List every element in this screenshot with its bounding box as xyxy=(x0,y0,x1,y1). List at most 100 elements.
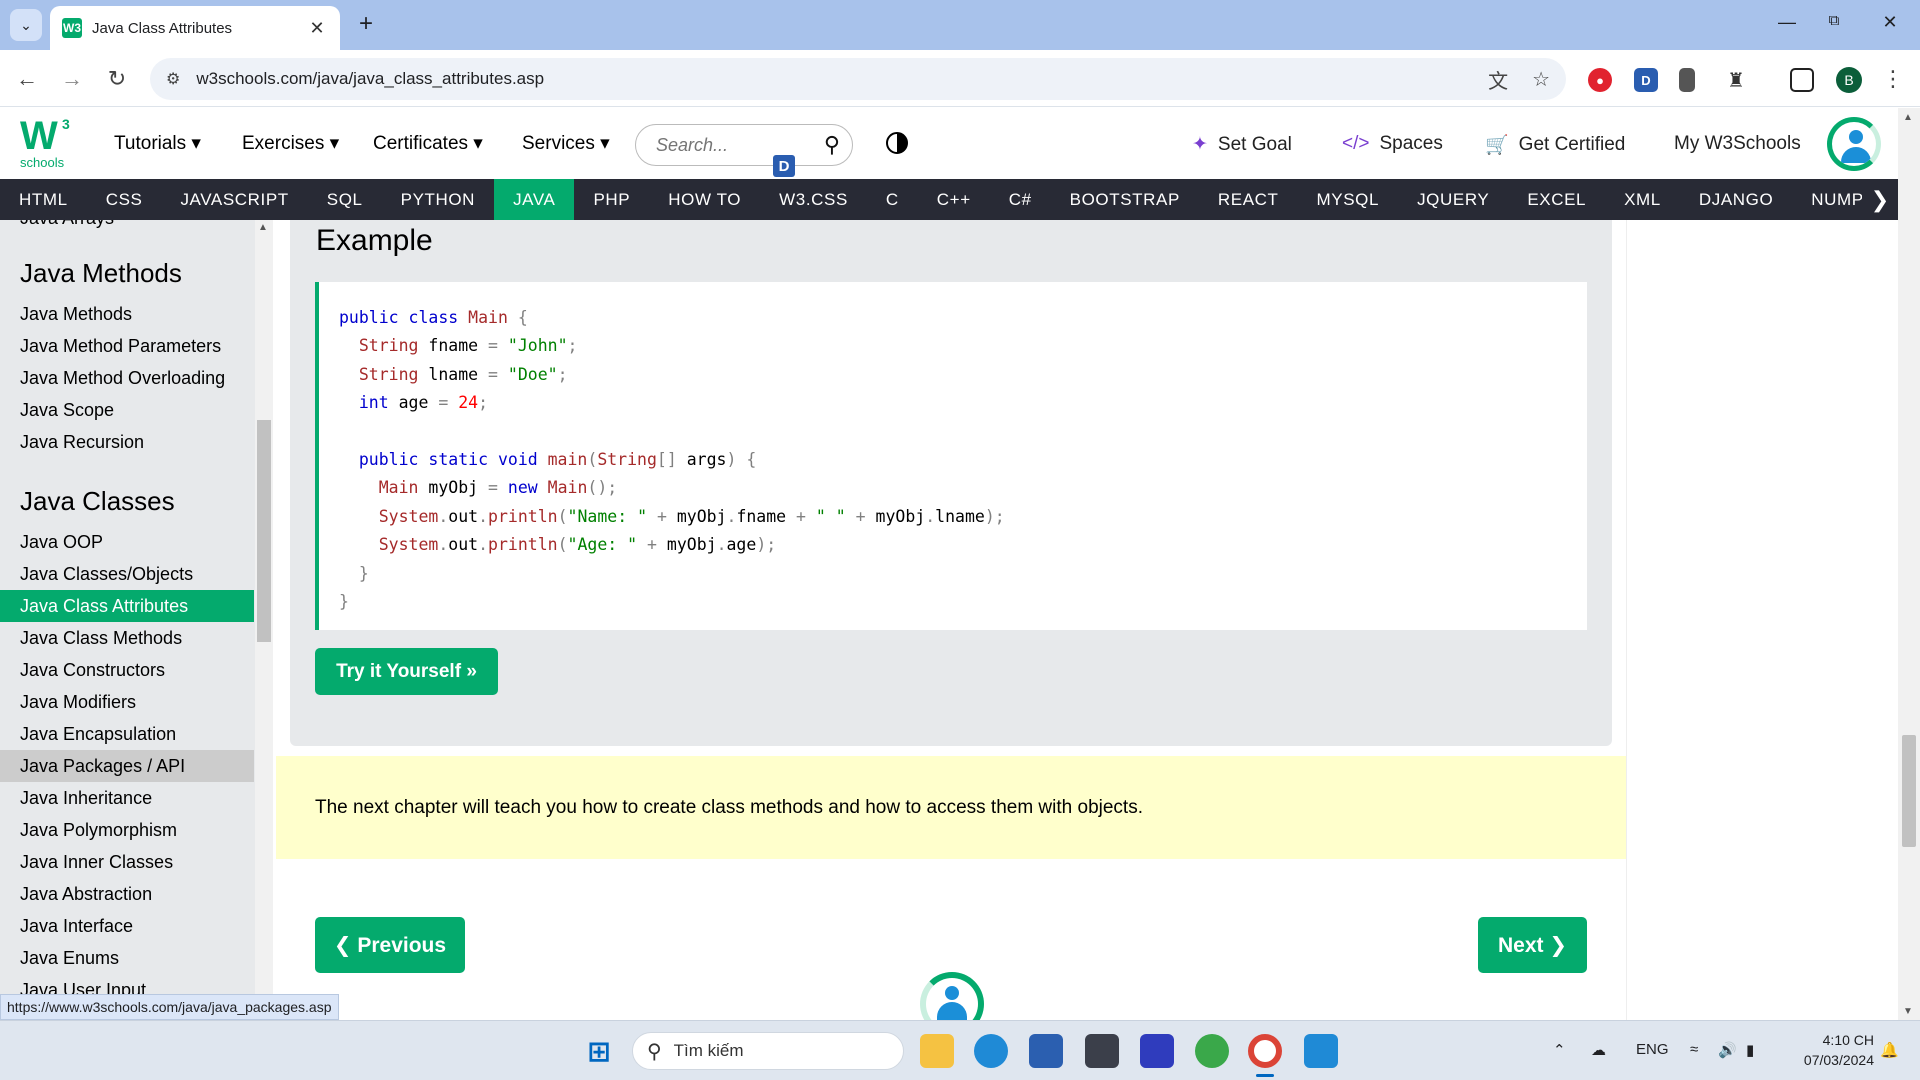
nav-jquery[interactable]: JQUERY xyxy=(1398,179,1508,220)
user-avatar-icon[interactable] xyxy=(1827,117,1881,171)
forward-icon[interactable]: → xyxy=(57,64,87,94)
page-scroll-up-icon[interactable]: ▲ xyxy=(1903,112,1913,123)
search-input[interactable] xyxy=(656,134,806,156)
services-menu[interactable]: Services ▾ xyxy=(522,132,610,155)
clock[interactable]: 4:10 CH 07/03/2024 xyxy=(1784,1030,1874,1070)
app-icon[interactable] xyxy=(1085,1034,1119,1068)
nav-django[interactable]: DJANGO xyxy=(1680,179,1792,220)
dictionary-badge-icon[interactable]: D xyxy=(773,155,795,177)
edge-icon[interactable] xyxy=(974,1034,1008,1068)
volume-icon[interactable]: 🔊 xyxy=(1718,1041,1737,1059)
reload-icon[interactable]: ↻ xyxy=(102,64,132,94)
address-bar[interactable]: ⚙ w3schools.com/java/java_class_attribut… xyxy=(150,58,1566,100)
chevron-up-icon[interactable]: ⌃ xyxy=(1553,1041,1566,1059)
nav-c[interactable]: C xyxy=(867,179,918,220)
nav-html[interactable]: HTML xyxy=(0,179,87,220)
nav-csharp[interactable]: C# xyxy=(990,179,1051,220)
network-status-icon[interactable]: ☁ xyxy=(1591,1041,1606,1059)
nav-mysql[interactable]: MYSQL xyxy=(1298,179,1399,220)
page-scrollbar[interactable] xyxy=(1898,108,1920,1020)
nav-sql[interactable]: SQL xyxy=(308,179,382,220)
try-it-yourself-button[interactable]: Try it Yourself » xyxy=(315,648,498,695)
dark-mode-toggle-icon[interactable] xyxy=(886,132,908,154)
close-window-icon[interactable]: ✕ xyxy=(1880,12,1900,33)
get-certified-link[interactable]: 🛒 Get Certified xyxy=(1485,133,1625,157)
sidebar-item[interactable]: Java Class Methods xyxy=(0,622,254,654)
tab-search-icon[interactable]: ⌄ xyxy=(10,9,42,41)
sidebar-item[interactable]: Java Interface xyxy=(0,910,254,942)
nav-python[interactable]: PYTHON xyxy=(382,179,494,220)
adblock-extension-icon[interactable]: ● xyxy=(1588,68,1612,92)
taskbar-search[interactable]: ⚲ Tìm kiếm xyxy=(632,1032,904,1070)
sidebar-item[interactable]: Java Scope xyxy=(0,394,254,426)
sidebar-item[interactable]: Java Method Parameters xyxy=(0,330,254,362)
chrome-icon[interactable] xyxy=(1248,1034,1282,1068)
nav-css[interactable]: CSS xyxy=(87,179,162,220)
nav-react[interactable]: REACT xyxy=(1199,179,1298,220)
wifi-icon[interactable]: ≈ xyxy=(1690,1041,1698,1058)
menu-icon[interactable]: ⋮ xyxy=(1878,64,1908,94)
search-box[interactable]: ⚲ xyxy=(635,124,853,166)
nav-javascript[interactable]: JAVASCRIPT xyxy=(161,179,307,220)
site-info-icon[interactable]: ⚙ xyxy=(166,69,180,89)
nav-cpp[interactable]: C++ xyxy=(918,179,990,220)
sidebar-item-java-arrays[interactable]: Java Arrays xyxy=(0,220,254,234)
back-icon[interactable]: ← xyxy=(12,64,42,94)
previous-button[interactable]: ❮ Previous xyxy=(315,917,465,973)
extension-icon[interactable] xyxy=(1679,68,1695,92)
sidebar-item[interactable]: Java Abstraction xyxy=(0,878,254,910)
sidebar-item[interactable]: Java Classes/Objects xyxy=(0,558,254,590)
my-w3schools-link[interactable]: My W3Schools xyxy=(1674,133,1801,155)
sidebar-scrollbar-thumb[interactable] xyxy=(257,420,271,642)
dictionary-extension-icon[interactable]: D xyxy=(1634,68,1658,92)
battery-icon[interactable]: ▮ xyxy=(1746,1041,1754,1059)
sidebar-item[interactable]: Java Inheritance xyxy=(0,782,254,814)
sidebar-item[interactable]: Java Method Overloading xyxy=(0,362,254,394)
sidebar-item[interactable]: Java Recursion xyxy=(0,426,254,458)
url-text[interactable]: w3schools.com/java/java_class_attributes… xyxy=(196,69,1464,89)
star-icon[interactable]: ☆ xyxy=(1532,67,1550,92)
extensions-icon[interactable]: ♜ xyxy=(1724,68,1748,92)
notification-bell-icon[interactable]: 🔔 xyxy=(1880,1041,1899,1059)
nav-scroll-right-icon[interactable]: ❯ xyxy=(1862,179,1898,220)
nav-howto[interactable]: HOW TO xyxy=(649,179,760,220)
nav-w3css[interactable]: W3.CSS xyxy=(760,179,867,220)
nav-php[interactable]: PHP xyxy=(574,179,649,220)
spaces-avatar-icon[interactable] xyxy=(920,972,984,1020)
sidebar-item[interactable]: Java OOP xyxy=(0,526,254,558)
spaces-link[interactable]: </> Spaces xyxy=(1342,133,1443,155)
nav-excel[interactable]: EXCEL xyxy=(1508,179,1605,220)
sidebar-item-hovered[interactable]: Java Packages / API xyxy=(0,750,254,782)
sidebar-item[interactable]: Java Enums xyxy=(0,942,254,974)
scroll-up-icon[interactable]: ▲ xyxy=(258,222,268,233)
sidebar-item-active[interactable]: Java Class Attributes xyxy=(0,590,254,622)
app-icon[interactable] xyxy=(1195,1034,1229,1068)
nav-xml[interactable]: XML xyxy=(1605,179,1680,220)
close-icon[interactable]: ✕ xyxy=(306,18,328,39)
nav-bootstrap[interactable]: BOOTSTRAP xyxy=(1051,179,1199,220)
windows-start-icon[interactable]: ⊞ xyxy=(582,1034,616,1068)
sidebar-item[interactable]: Java Encapsulation xyxy=(0,718,254,750)
vscode-icon[interactable] xyxy=(1304,1034,1338,1068)
sidebar-item[interactable]: Java Polymorphism xyxy=(0,814,254,846)
plus-icon[interactable]: + xyxy=(352,10,380,38)
sidebar-item[interactable]: Java Methods xyxy=(0,298,254,330)
page-scrollbar-thumb[interactable] xyxy=(1902,735,1916,847)
app-icon[interactable] xyxy=(1140,1034,1174,1068)
page-scroll-down-icon[interactable]: ▼ xyxy=(1903,1006,1913,1017)
sidebar-item[interactable]: Java Constructors xyxy=(0,654,254,686)
w3schools-logo[interactable]: W 3 schools xyxy=(20,116,76,172)
certificates-menu[interactable]: Certificates ▾ xyxy=(373,132,483,155)
profile-avatar[interactable]: B xyxy=(1836,67,1862,93)
exercises-menu[interactable]: Exercises ▾ xyxy=(242,132,339,155)
search-icon[interactable]: ⚲ xyxy=(824,132,840,158)
sidebar-icon[interactable] xyxy=(1790,68,1814,92)
file-explorer-icon[interactable] xyxy=(920,1034,954,1068)
browser-tab[interactable]: W3 Java Class Attributes ✕ xyxy=(50,6,340,50)
tutorials-menu[interactable]: Tutorials ▾ xyxy=(114,132,201,155)
sidebar-item[interactable]: Java Modifiers xyxy=(0,686,254,718)
language-indicator[interactable]: ENG xyxy=(1636,1041,1669,1058)
minimize-icon[interactable]: — xyxy=(1777,12,1797,33)
translate-icon[interactable]: 文 xyxy=(1488,65,1508,94)
next-button[interactable]: Next ❯ xyxy=(1478,917,1587,973)
